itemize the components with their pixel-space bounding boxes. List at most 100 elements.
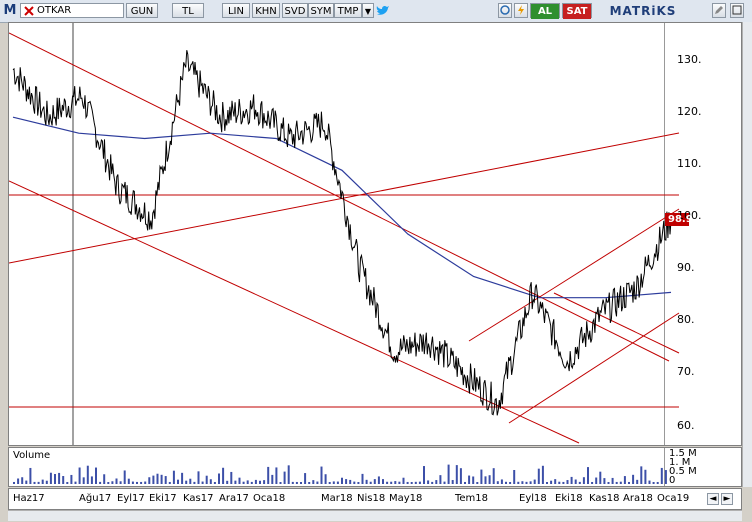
- volume-bar: [172, 470, 175, 484]
- currency-button[interactable]: TL: [172, 3, 204, 18]
- volume-bar: [21, 477, 24, 484]
- volume-bar: [148, 477, 151, 484]
- volume-bar: [242, 481, 245, 484]
- volume-bar: [275, 467, 278, 484]
- volume-bar: [62, 476, 65, 484]
- volume-bar: [226, 480, 229, 484]
- volume-bar: [107, 481, 110, 484]
- volume-bar: [558, 481, 561, 484]
- volume-bar: [537, 468, 540, 484]
- volume-bar: [619, 481, 622, 484]
- menu-button[interactable]: M: [2, 3, 18, 18]
- time-label: Tem18: [455, 493, 489, 504]
- volume-bar: [628, 481, 630, 484]
- volume-bar: [513, 469, 516, 484]
- volume-bar: [357, 481, 360, 484]
- volume-bar: [300, 481, 302, 484]
- volume-label: Volume: [13, 450, 51, 461]
- volume-chart: [13, 448, 667, 486]
- price-tick: 90.: [677, 261, 695, 274]
- time-axis: Haz17 Ağu17 Eyl17 Eki17 Kas17 Ara17 Oca1…: [8, 488, 742, 510]
- volume-bar: [341, 477, 343, 484]
- price-chart-panel[interactable]: 130. 120. 110. 100. 98.9 90. 80. 70. 60.: [8, 22, 742, 446]
- scroll-right-button[interactable]: ►: [721, 493, 733, 505]
- buy-button[interactable]: AL: [530, 3, 560, 19]
- volume-bar: [332, 481, 335, 484]
- volume-bar: [185, 480, 188, 484]
- volume-bar: [587, 467, 589, 484]
- volume-bar: [95, 467, 97, 484]
- volume-bar: [603, 478, 606, 484]
- volume-bar: [398, 481, 401, 484]
- volume-bar: [353, 481, 356, 484]
- volume-bar: [554, 479, 557, 484]
- volume-bar: [529, 481, 532, 484]
- period-button[interactable]: GUN: [126, 3, 158, 18]
- scale-button[interactable]: LIN: [222, 3, 250, 18]
- volume-bar: [37, 481, 40, 484]
- edit-icon[interactable]: [712, 3, 726, 18]
- volume-bar: [246, 480, 249, 484]
- volume-bar: [607, 481, 610, 484]
- volume-bar: [611, 477, 614, 484]
- volume-bar: [591, 481, 594, 484]
- trendline: [9, 180, 580, 444]
- volume-bar: [455, 465, 458, 484]
- moving-average-line: [12, 116, 672, 299]
- time-label: Kas18: [589, 493, 620, 504]
- price-chart[interactable]: [9, 23, 741, 445]
- volume-panel[interactable]: Volume 1.5 M 1. M 0.5 M 0: [8, 447, 742, 487]
- volume-bar: [464, 481, 466, 484]
- volume-bar: [197, 471, 200, 484]
- volume-bar: [234, 480, 237, 484]
- time-label: Mar18: [321, 493, 353, 504]
- volume-bar: [324, 474, 327, 484]
- time-label: Eki17: [149, 493, 177, 504]
- volume-bar: [328, 481, 331, 484]
- twitter-icon[interactable]: [376, 5, 390, 17]
- volume-bar: [66, 481, 69, 484]
- volume-bar: [259, 480, 261, 484]
- volume-bar: [222, 467, 225, 484]
- volume-bar: [193, 481, 196, 484]
- trendline: [553, 292, 680, 354]
- volume-bar: [312, 480, 315, 484]
- time-label: May18: [389, 493, 423, 504]
- volume-bar: [74, 481, 77, 484]
- close-icon[interactable]: [24, 6, 34, 16]
- volume-bar: [517, 481, 520, 484]
- symbol-input[interactable]: OTKAR: [20, 3, 124, 18]
- price-tick: 70.: [677, 365, 695, 378]
- volume-axis-line: [664, 448, 665, 486]
- volume-bar: [54, 473, 56, 484]
- symbol-button[interactable]: SYM: [308, 3, 334, 18]
- volume-bar: [349, 479, 352, 484]
- volume-bar: [660, 467, 663, 484]
- volume-bar: [140, 481, 143, 484]
- volume-bar: [447, 464, 450, 484]
- price-tick: 130.: [677, 53, 702, 66]
- volume-bar: [78, 467, 81, 484]
- volume-bar: [394, 481, 397, 484]
- volume-bar: [418, 481, 421, 484]
- scroll-left-button[interactable]: ◄: [707, 493, 719, 505]
- volume-bar: [472, 476, 475, 484]
- sell-button[interactable]: SAT: [562, 3, 592, 19]
- horizontal-scrollbar[interactable]: [8, 510, 742, 521]
- volume-bar: [254, 479, 257, 484]
- refresh-icon[interactable]: [498, 3, 512, 18]
- save-button[interactable]: SVD: [282, 3, 308, 18]
- time-label: Ara17: [219, 493, 249, 504]
- chart-type-button[interactable]: KHN: [252, 3, 280, 18]
- volume-bar: [17, 478, 20, 484]
- vertical-scrollbar[interactable]: [742, 22, 752, 487]
- volume-bar: [201, 481, 204, 484]
- volume-bar: [648, 480, 651, 484]
- lightning-icon[interactable]: [514, 3, 528, 18]
- maximize-icon[interactable]: [730, 3, 744, 18]
- template-dropdown[interactable]: ▼: [362, 3, 374, 18]
- volume-bar: [70, 474, 73, 484]
- template-button[interactable]: TMP: [334, 3, 362, 18]
- volume-bar: [390, 481, 393, 484]
- volume-bar: [656, 481, 659, 484]
